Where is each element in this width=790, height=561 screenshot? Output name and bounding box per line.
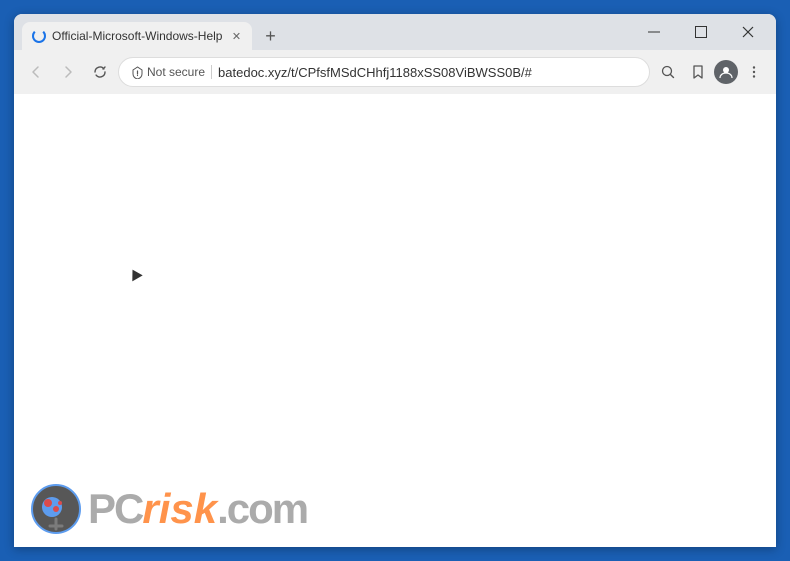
toolbar-right <box>654 58 768 86</box>
pcrisk-logo <box>30 483 82 535</box>
maximize-button[interactable] <box>678 14 723 50</box>
profile-button[interactable] <box>714 60 738 84</box>
tab-close-button[interactable]: ✕ <box>228 28 244 44</box>
security-indicator: Not secure <box>131 65 205 79</box>
not-secure-label: Not secure <box>147 65 205 79</box>
mouse-cursor <box>127 267 142 282</box>
page-content: PCrisk.com <box>14 94 776 547</box>
address-bar[interactable]: Not secure batedoc.xyz/t/CPfsfMSdCHhfj11… <box>118 57 650 87</box>
risk-text: risk <box>142 485 217 532</box>
active-tab[interactable]: Official-Microsoft-Windows-Help ✕ <box>22 22 252 50</box>
toolbar: Not secure batedoc.xyz/t/CPfsfMSdCHhfj11… <box>14 50 776 94</box>
bookmark-button[interactable] <box>684 58 712 86</box>
address-divider <box>211 65 212 79</box>
watermark-brand: PCrisk.com <box>88 485 307 533</box>
search-button[interactable] <box>654 58 682 86</box>
watermark: PCrisk.com <box>30 483 307 535</box>
forward-button[interactable] <box>54 58 82 86</box>
reload-button[interactable] <box>86 58 114 86</box>
tab-title: Official-Microsoft-Windows-Help <box>52 29 222 43</box>
minimize-button[interactable] <box>631 14 676 50</box>
window-controls <box>625 14 776 50</box>
pc-text: PC <box>88 485 142 532</box>
dotcom-text: .com <box>217 485 307 532</box>
browser-window: Official-Microsoft-Windows-Help ✕ + <box>14 14 776 547</box>
url-text: batedoc.xyz/t/CPfsfMSdCHhfj1188xSS08ViBW… <box>218 65 637 80</box>
close-button[interactable] <box>725 14 770 50</box>
tab-favicon <box>32 29 46 43</box>
new-tab-button[interactable]: + <box>256 22 284 50</box>
menu-button[interactable] <box>740 58 768 86</box>
title-bar: Official-Microsoft-Windows-Help ✕ + <box>14 14 776 50</box>
back-button[interactable] <box>22 58 50 86</box>
